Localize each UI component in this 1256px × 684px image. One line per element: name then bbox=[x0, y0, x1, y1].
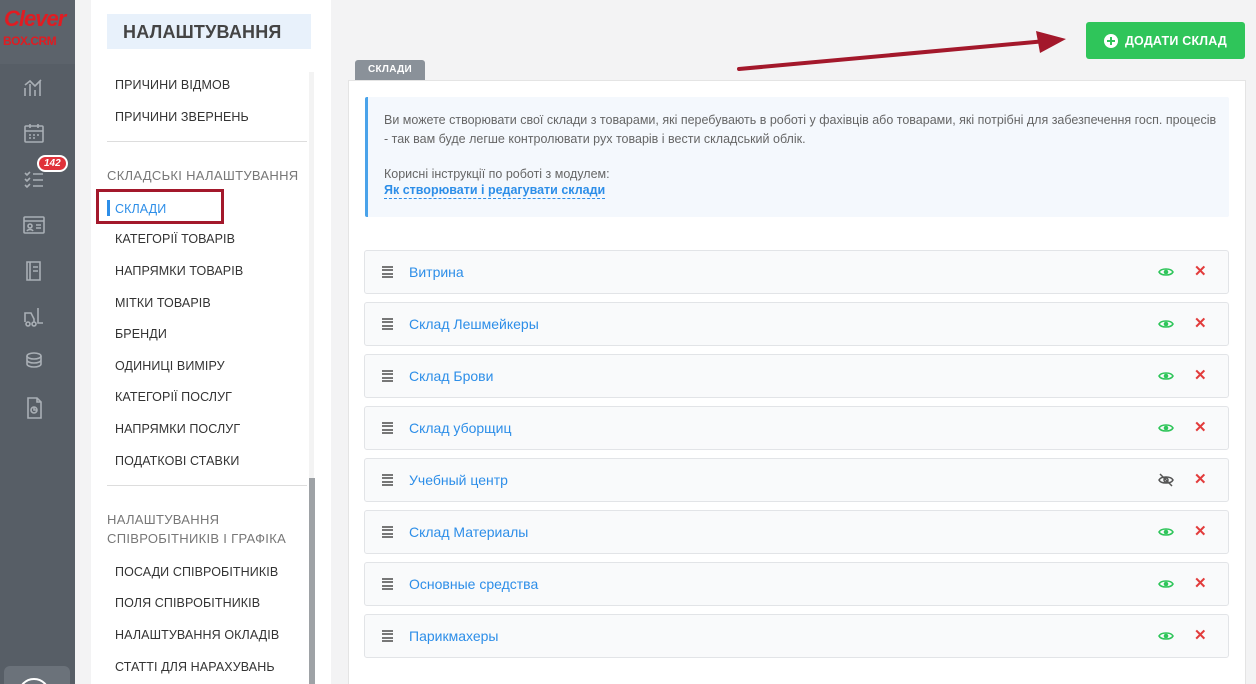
analytics-icon[interactable] bbox=[22, 76, 46, 100]
delete-icon[interactable]: ✕ bbox=[1194, 626, 1207, 646]
menu-item-warehouses[interactable]: СКЛАДИ bbox=[115, 202, 166, 216]
menu-item-request-reasons[interactable]: ПРИЧИНИ ЗВЕРНЕНЬ bbox=[115, 110, 249, 124]
forklift-icon[interactable] bbox=[22, 305, 46, 329]
add-warehouse-button[interactable]: ДОДАТИ СКЛАД bbox=[1086, 22, 1245, 59]
logo-line1: Clever bbox=[4, 6, 66, 31]
warehouse-name[interactable]: Склад Лешмейкеры bbox=[409, 316, 539, 332]
settings-title: НАЛАШТУВАННЯ bbox=[107, 14, 311, 49]
drag-handle-icon[interactable] bbox=[382, 474, 393, 487]
delete-icon[interactable]: ✕ bbox=[1194, 418, 1207, 438]
delete-icon[interactable]: ✕ bbox=[1194, 262, 1207, 282]
instructions-link[interactable]: Як створювати і редагувати склади bbox=[384, 183, 606, 199]
warehouse-row[interactable]: Учебный центр ✕ bbox=[364, 458, 1229, 502]
section-employee-settings: НАЛАШТУВАННЯ СПІВРОБІТНИКІВ І ГРАФІКА bbox=[107, 510, 286, 548]
section-employee-settings-line2: СПІВРОБІТНИКІВ І ГРАФІКА bbox=[107, 531, 287, 546]
delete-icon[interactable]: ✕ bbox=[1194, 314, 1207, 334]
logo-line2: BOX.CRM bbox=[3, 34, 57, 48]
scrollbar-thumb[interactable] bbox=[309, 478, 315, 684]
warehouse-row[interactable]: Витрина ✕ bbox=[364, 250, 1229, 294]
info-text: Ви можете створювати свої склади з товар… bbox=[384, 111, 1222, 149]
info-useful: Корисні інструкції по роботі з модулем: bbox=[384, 167, 610, 181]
annotation-arrow bbox=[737, 31, 1066, 71]
logo[interactable]: Clever BOX.CRM bbox=[0, 0, 75, 64]
warehouse-name[interactable]: Витрина bbox=[409, 264, 464, 280]
warehouse-name[interactable]: Склад Брови bbox=[409, 368, 493, 384]
menu-item-product-categories[interactable]: КАТЕГОРІЇ ТОВАРІВ bbox=[115, 232, 235, 246]
menu-item-tax-rates[interactable]: ПОДАТКОВІ СТАВКИ bbox=[115, 454, 239, 468]
info-line2: - так вам буде легше контролювати рух то… bbox=[384, 132, 806, 146]
drag-handle-icon[interactable] bbox=[382, 422, 393, 435]
menu-item-product-tags[interactable]: МІТКИ ТОВАРІВ bbox=[115, 296, 211, 310]
drag-handle-icon[interactable] bbox=[382, 526, 393, 539]
drag-handle-icon[interactable] bbox=[382, 630, 393, 643]
info-box: Ви можете створювати свої склади з товар… bbox=[365, 97, 1229, 217]
contacts-card-icon[interactable] bbox=[22, 213, 46, 237]
help-icon bbox=[18, 678, 50, 684]
calendar-icon[interactable] bbox=[22, 121, 46, 145]
section-employee-settings-line1: НАЛАШТУВАННЯ bbox=[107, 512, 220, 527]
drag-handle-icon[interactable] bbox=[382, 578, 393, 591]
menu-item-rejection-reasons[interactable]: ПРИЧИНИ ВІДМОВ bbox=[115, 78, 230, 92]
menu-item-employee-fields[interactable]: ПОЛЯ СПІВРОБІТНИКІВ bbox=[115, 596, 260, 610]
warehouse-name[interactable]: Парикмахеры bbox=[409, 628, 498, 644]
eye-off-icon[interactable] bbox=[1158, 473, 1174, 487]
delete-icon[interactable]: ✕ bbox=[1194, 470, 1207, 490]
drag-handle-icon[interactable] bbox=[382, 370, 393, 383]
menu-item-product-directions[interactable]: НАПРЯМКИ ТОВАРІВ bbox=[115, 264, 243, 278]
warehouse-row[interactable]: Склад Лешмейкеры ✕ bbox=[364, 302, 1229, 346]
warehouse-name[interactable]: Учебный центр bbox=[409, 472, 508, 488]
drag-handle-icon[interactable] bbox=[382, 318, 393, 331]
eye-icon[interactable] bbox=[1158, 265, 1174, 279]
plus-circle-icon bbox=[1103, 33, 1118, 48]
menu-item-service-categories[interactable]: КАТЕГОРІЇ ПОСЛУГ bbox=[115, 390, 232, 404]
warehouse-row[interactable]: Склад Брови ✕ bbox=[364, 354, 1229, 398]
menu-item-employee-positions[interactable]: ПОСАДИ СПІВРОБІТНИКІВ bbox=[115, 565, 278, 579]
divider bbox=[107, 485, 307, 486]
menu-item-salary-settings[interactable]: НАЛАШТУВАННЯ ОКЛАДІВ bbox=[115, 628, 279, 642]
book-icon[interactable] bbox=[22, 259, 46, 283]
tab-warehouses[interactable]: СКЛАДИ bbox=[355, 60, 425, 80]
warehouse-row[interactable]: Склад уборщиц ✕ bbox=[364, 406, 1229, 450]
menu-item-service-directions[interactable]: НАПРЯМКИ ПОСЛУГ bbox=[115, 422, 240, 436]
active-indicator bbox=[107, 200, 110, 216]
eye-icon[interactable] bbox=[1158, 317, 1174, 331]
warehouse-row[interactable]: Склад Материалы ✕ bbox=[364, 510, 1229, 554]
warehouse-name[interactable]: Склад уборщиц bbox=[409, 420, 512, 436]
drag-handle-icon[interactable] bbox=[382, 266, 393, 279]
eye-icon[interactable] bbox=[1158, 629, 1174, 643]
menu-item-brands[interactable]: БРЕНДИ bbox=[115, 327, 167, 341]
help-button[interactable] bbox=[4, 666, 70, 684]
delete-icon[interactable]: ✕ bbox=[1194, 366, 1207, 386]
app-rail: Clever BOX.CRM 142 bbox=[0, 0, 75, 684]
coins-icon[interactable] bbox=[22, 350, 46, 374]
warehouse-name[interactable]: Основные средства bbox=[409, 576, 538, 592]
settings-sidebar: НАЛАШТУВАННЯ ПРИЧИНИ ВІДМОВ ПРИЧИНИ ЗВЕР… bbox=[91, 0, 331, 684]
eye-icon[interactable] bbox=[1158, 525, 1174, 539]
divider bbox=[107, 141, 307, 142]
report-icon[interactable] bbox=[22, 396, 46, 420]
section-warehouse-settings: СКЛАДСЬКІ НАЛАШТУВАННЯ bbox=[107, 168, 299, 183]
warehouse-name[interactable]: Склад Материалы bbox=[409, 524, 528, 540]
info-line1: Ви можете створювати свої склади з товар… bbox=[384, 113, 1217, 127]
menu-item-units[interactable]: ОДИНИЦІ ВИМІРУ bbox=[115, 359, 225, 373]
warehouse-row[interactable]: Основные средства ✕ bbox=[364, 562, 1229, 606]
eye-icon[interactable] bbox=[1158, 577, 1174, 591]
menu-item-accrual-items[interactable]: СТАТТІ ДЛЯ НАРАХУВАНЬ bbox=[115, 660, 275, 674]
warehouse-row[interactable]: Парикмахеры ✕ bbox=[364, 614, 1229, 658]
add-warehouse-label: ДОДАТИ СКЛАД bbox=[1124, 33, 1228, 48]
delete-icon[interactable]: ✕ bbox=[1194, 522, 1207, 542]
eye-icon[interactable] bbox=[1158, 369, 1174, 383]
eye-icon[interactable] bbox=[1158, 421, 1174, 435]
tasks-count-badge: 142 bbox=[37, 155, 68, 172]
delete-icon[interactable]: ✕ bbox=[1194, 574, 1207, 594]
